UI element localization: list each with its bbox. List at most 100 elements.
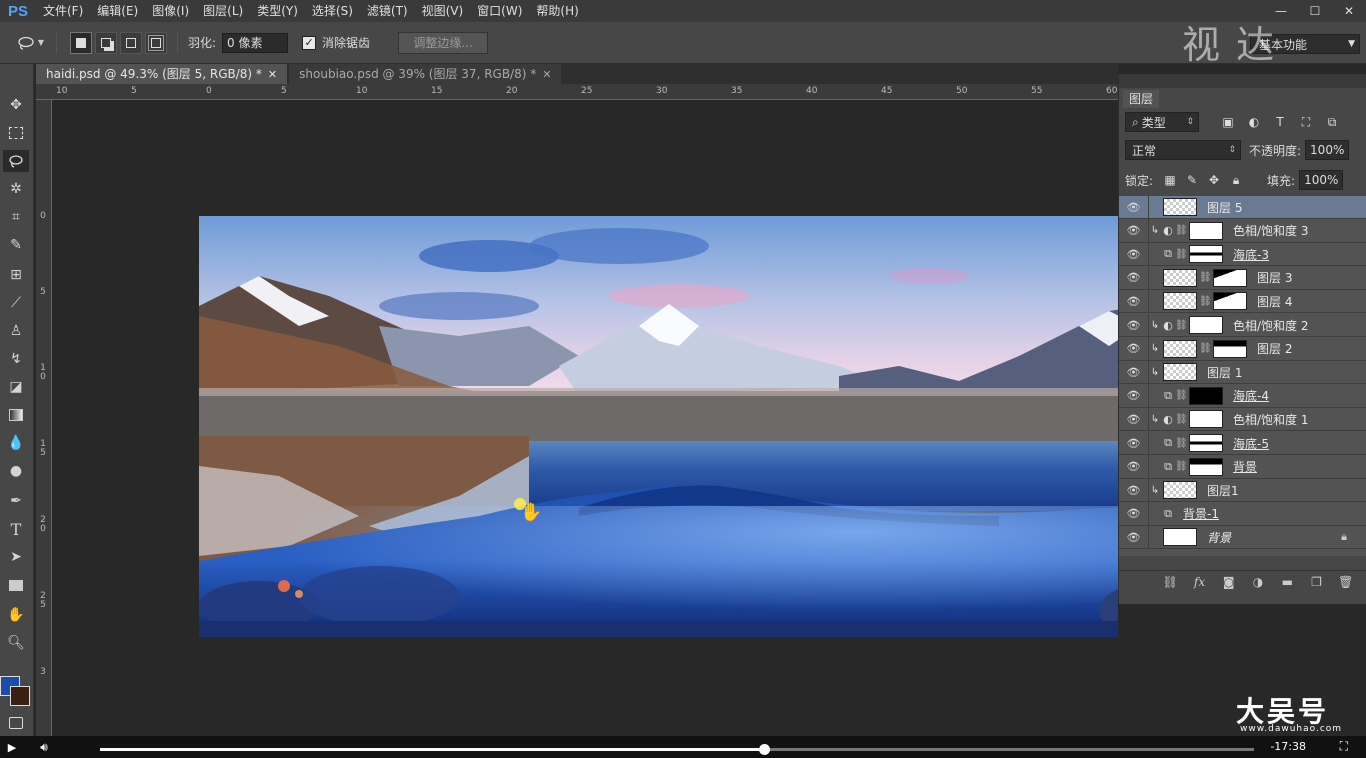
layer-row[interactable]: 👁︎ ↳ ◐ ⛓ 色相/饱和度 2: [1119, 313, 1366, 337]
type-tool-icon[interactable]: T: [3, 518, 29, 540]
visibility-eye-icon[interactable]: 👁︎: [1119, 360, 1149, 384]
layer-row[interactable]: 👁︎ ↳ ⛓ 图层 2: [1119, 337, 1366, 361]
visibility-eye-icon[interactable]: 👁︎: [1119, 478, 1149, 502]
layer-row[interactable]: 👁︎ ⧉ ⛓ 背景: [1119, 455, 1366, 479]
lock-position-icon[interactable]: ✥: [1205, 171, 1223, 189]
visibility-eye-icon[interactable]: 👁︎: [1119, 431, 1149, 455]
link-icon[interactable]: ⛓: [1175, 438, 1188, 449]
type-filter-icon[interactable]: T: [1271, 113, 1289, 131]
layer-row[interactable]: 👁︎ ⧉ ⛓ 海底-5: [1119, 431, 1366, 455]
panel-collapse-strip[interactable]: [1119, 74, 1366, 88]
eyedropper-tool-icon[interactable]: ✎: [3, 234, 29, 256]
layer-thumbnail[interactable]: [1163, 339, 1197, 358]
clone-stamp-tool-icon[interactable]: ♙: [3, 320, 29, 342]
new-selection-button[interactable]: [70, 31, 92, 54]
subtract-from-selection-button[interactable]: [120, 31, 142, 54]
layer-thumbnail[interactable]: [1189, 457, 1223, 476]
adjustment-icon[interactable]: ◑: [1250, 575, 1266, 589]
layer-thumbnail[interactable]: [1189, 221, 1223, 240]
layer-mask-thumbnail[interactable]: [1213, 268, 1247, 287]
link-icon[interactable]: ⛓: [1199, 296, 1212, 307]
visibility-eye-icon[interactable]: 👁︎: [1119, 313, 1149, 337]
eraser-tool-icon[interactable]: ◪: [3, 376, 29, 398]
healing-brush-tool-icon[interactable]: ⊞: [3, 264, 29, 286]
lock-pixels-icon[interactable]: ✎: [1183, 171, 1201, 189]
lock-all-icon[interactable]: 🔒︎: [1227, 171, 1245, 189]
link-icon[interactable]: ⛓: [1175, 225, 1188, 236]
add-to-selection-button[interactable]: [95, 31, 117, 54]
document-image[interactable]: [199, 216, 1118, 637]
layer-row[interactable]: 👁︎ 图层 5: [1119, 195, 1366, 219]
zoom-tool-icon[interactable]: 🔍︎: [3, 632, 29, 654]
crop-tool-icon[interactable]: ⌗: [3, 206, 29, 228]
fx-icon[interactable]: fx: [1192, 575, 1208, 589]
layer-row[interactable]: 👁︎ ↳ 图层1: [1119, 478, 1366, 503]
layer-row[interactable]: 👁︎ ↳ ◐ ⛓ 色相/饱和度 1: [1119, 407, 1366, 432]
layer-thumbnail[interactable]: [1189, 386, 1223, 405]
menu-item-3[interactable]: 图层(L): [196, 0, 250, 22]
visibility-eye-icon[interactable]: 👁︎: [1119, 384, 1149, 408]
layer-thumbnail[interactable]: [1163, 198, 1197, 216]
visibility-eye-icon[interactable]: 👁︎: [1119, 266, 1149, 290]
path-selection-tool-icon[interactable]: ➤: [3, 546, 29, 568]
visibility-eye-icon[interactable]: 👁︎: [1119, 407, 1149, 431]
layer-row[interactable]: 👁︎ ⛓ 图层 3: [1119, 266, 1366, 290]
link-icon[interactable]: ⛓: [1175, 249, 1188, 260]
new-layer-icon[interactable]: ❐: [1309, 575, 1325, 589]
filter-type-select[interactable]: ⌕ 类型 ⇕: [1125, 112, 1199, 132]
layer-thumbnail[interactable]: [1189, 434, 1223, 452]
blur-tool-icon[interactable]: 💧: [3, 432, 29, 454]
visibility-eye-icon[interactable]: 👁︎: [1119, 525, 1149, 549]
fill-input[interactable]: 100%: [1299, 170, 1344, 190]
brush-tool-icon[interactable]: ⟋: [3, 292, 29, 314]
menu-item-8[interactable]: 窗口(W): [470, 0, 529, 22]
dodge-tool-icon[interactable]: ●: [3, 460, 29, 482]
link-icon[interactable]: ⛓: [1175, 390, 1188, 401]
menu-item-4[interactable]: 类型(Y): [250, 0, 305, 22]
adjustment-filter-icon[interactable]: ◐: [1245, 113, 1263, 131]
feather-input[interactable]: [222, 32, 289, 53]
menu-item-0[interactable]: 文件(F): [36, 0, 90, 22]
trash-icon[interactable]: 🗑︎: [1338, 575, 1354, 589]
intersect-selection-button[interactable]: [145, 31, 167, 54]
visibility-eye-icon[interactable]: 👁︎: [1119, 195, 1149, 219]
image-filter-icon[interactable]: ▣: [1219, 113, 1237, 131]
visibility-eye-icon[interactable]: 👁︎: [1119, 219, 1149, 243]
link-icon[interactable]: ⛓: [1175, 414, 1188, 425]
maximize-button[interactable]: ☐: [1298, 0, 1332, 22]
layer-row[interactable]: 👁︎ ⧉ ⛓ 海底-3: [1119, 242, 1366, 267]
rectangle-tool-icon[interactable]: [3, 574, 29, 596]
lasso-tool-icon[interactable]: [3, 150, 29, 172]
folder-icon[interactable]: ▬: [1279, 575, 1295, 589]
mask-icon[interactable]: ◙: [1221, 575, 1237, 589]
layer-mask-thumbnail[interactable]: [1213, 292, 1247, 311]
close-button[interactable]: ✕: [1332, 0, 1366, 22]
history-brush-tool-icon[interactable]: ↯: [3, 348, 29, 370]
layer-thumbnail[interactable]: [1163, 528, 1197, 547]
close-tab-icon[interactable]: ✕: [542, 68, 551, 81]
layer-thumbnail[interactable]: [1189, 316, 1223, 334]
link-icon[interactable]: ⛓: [1175, 320, 1188, 331]
menu-item-5[interactable]: 选择(S): [305, 0, 360, 22]
volume-icon[interactable]: 🔊︎: [24, 740, 64, 755]
layer-thumbnail[interactable]: [1163, 481, 1197, 500]
layer-thumbnail[interactable]: [1163, 268, 1197, 287]
refine-edge-button[interactable]: 调整边缘...: [398, 31, 489, 54]
layer-row[interactable]: 👁︎ 背景 🔒︎: [1119, 525, 1366, 550]
quick-mask-icon[interactable]: [3, 712, 29, 734]
menu-item-7[interactable]: 视图(V): [415, 0, 471, 22]
link-icon[interactable]: ⛓: [1175, 461, 1188, 472]
layer-row[interactable]: 👁︎ ⧉ 背景-1: [1119, 502, 1366, 526]
layer-row[interactable]: 👁︎ ⛓ 图层 4: [1119, 289, 1366, 314]
layer-row[interactable]: 👁︎ ⧉ ⛓ 海底-4: [1119, 384, 1366, 408]
link-icon[interactable]: ⛓: [1199, 343, 1212, 354]
background-color-swatch[interactable]: [10, 686, 30, 706]
magic-wand-tool-icon[interactable]: ✲: [3, 178, 29, 200]
visibility-eye-icon[interactable]: 👁︎: [1119, 455, 1149, 479]
menu-item-6[interactable]: 滤镜(T): [360, 0, 415, 22]
lasso-tool-preset-icon[interactable]: [16, 33, 36, 53]
link-icon[interactable]: ⛓: [1162, 575, 1178, 589]
visibility-eye-icon[interactable]: 👁︎: [1119, 242, 1149, 266]
layer-row[interactable]: 👁︎ ↳ 图层 1: [1119, 360, 1366, 385]
tab-layers[interactable]: 图层: [1123, 90, 1160, 108]
